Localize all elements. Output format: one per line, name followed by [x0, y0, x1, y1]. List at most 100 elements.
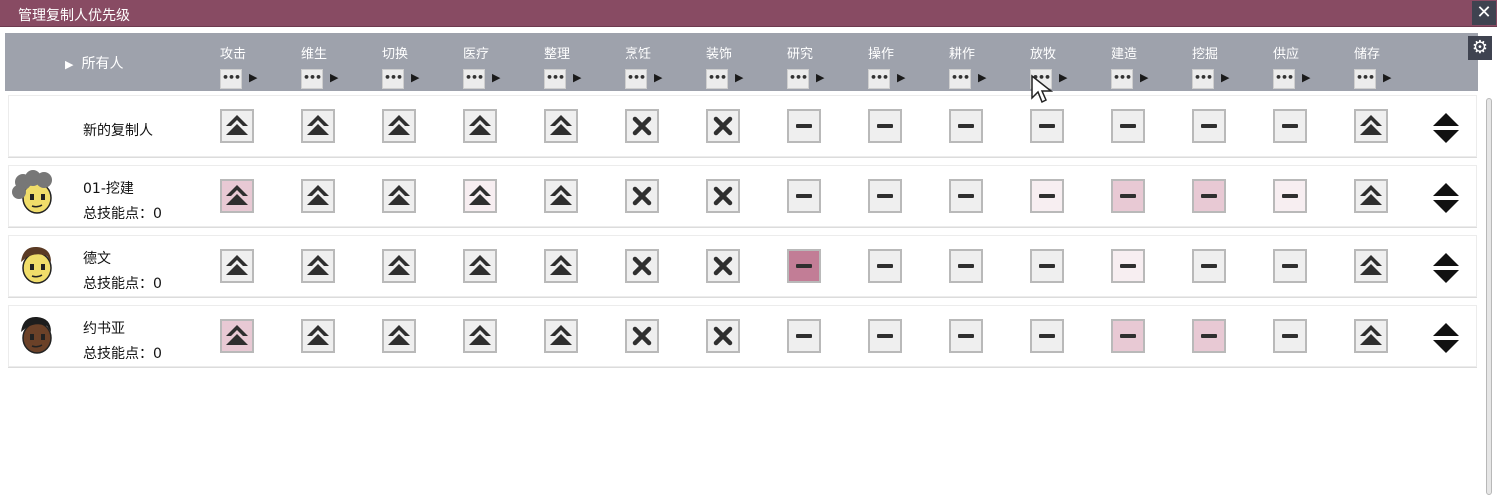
column-header-label[interactable]: 操作 — [868, 43, 894, 62]
triangle-right-icon[interactable]: ▶ — [978, 71, 986, 84]
column-options-button[interactable]: ••• — [544, 69, 566, 89]
priority-button-操作[interactable] — [868, 249, 902, 283]
priority-button-维生[interactable] — [301, 179, 335, 213]
priority-button-放牧[interactable] — [1030, 249, 1064, 283]
priority-button-整理[interactable] — [544, 319, 578, 353]
priority-button-切换[interactable] — [382, 109, 416, 143]
priority-button-研究[interactable] — [787, 109, 821, 143]
triangle-right-icon[interactable]: ▶ — [1140, 71, 1148, 84]
priority-button-切换[interactable] — [382, 319, 416, 353]
up-down-arrows-icon[interactable] — [1432, 182, 1460, 214]
triangle-right-icon[interactable]: ▶ — [1059, 71, 1067, 84]
priority-button-耕作[interactable] — [949, 109, 983, 143]
column-header-label[interactable]: 耕作 — [949, 43, 975, 62]
column-options-button[interactable]: ••• — [706, 69, 728, 89]
priority-button-建造[interactable] — [1111, 109, 1145, 143]
priority-button-维生[interactable] — [301, 109, 335, 143]
column-header-label[interactable]: 攻击 — [220, 43, 246, 62]
priority-button-操作[interactable] — [868, 319, 902, 353]
priority-button-攻击[interactable] — [220, 179, 254, 213]
priority-button-切换[interactable] — [382, 249, 416, 283]
triangle-right-icon[interactable]: ▶ — [816, 71, 824, 84]
column-header-label[interactable]: 装饰 — [706, 43, 732, 62]
triangle-right-icon[interactable]: ▶ — [1383, 71, 1391, 84]
duplicant-name[interactable]: 01-挖建 — [83, 178, 134, 198]
column-header-label[interactable]: 挖掘 — [1192, 43, 1218, 62]
triangle-right-icon[interactable]: ▶ — [897, 71, 905, 84]
priority-button-烹饪[interactable] — [625, 319, 659, 353]
priority-button-放牧[interactable] — [1030, 109, 1064, 143]
priority-button-挖掘[interactable] — [1192, 179, 1226, 213]
priority-button-耕作[interactable] — [949, 179, 983, 213]
priority-button-装饰[interactable] — [706, 179, 740, 213]
priority-button-建造[interactable] — [1111, 179, 1145, 213]
column-header-label[interactable]: 维生 — [301, 43, 327, 62]
priority-button-整理[interactable] — [544, 109, 578, 143]
priority-button-研究[interactable] — [787, 179, 821, 213]
owner-toggle[interactable]: ▶ 所有人 — [65, 53, 123, 73]
priority-button-攻击[interactable] — [220, 249, 254, 283]
priority-button-装饰[interactable] — [706, 319, 740, 353]
column-options-button[interactable]: ••• — [301, 69, 323, 89]
priority-button-烹饪[interactable] — [625, 249, 659, 283]
column-header-label[interactable]: 储存 — [1354, 43, 1380, 62]
column-options-button[interactable]: ••• — [1273, 69, 1295, 89]
priority-button-挖掘[interactable] — [1192, 109, 1226, 143]
up-down-arrows-icon[interactable] — [1432, 322, 1460, 354]
priority-button-操作[interactable] — [868, 109, 902, 143]
priority-button-供应[interactable] — [1273, 249, 1307, 283]
priority-button-储存[interactable] — [1354, 249, 1388, 283]
column-options-button[interactable]: ••• — [1354, 69, 1376, 89]
duplicant-name[interactable]: 约书亚 — [83, 318, 125, 338]
priority-button-攻击[interactable] — [220, 319, 254, 353]
up-down-arrows-icon[interactable] — [1432, 112, 1460, 144]
triangle-right-icon[interactable]: ▶ — [249, 71, 257, 84]
triangle-right-icon[interactable]: ▶ — [492, 71, 500, 84]
priority-button-储存[interactable] — [1354, 179, 1388, 213]
priority-button-医疗[interactable] — [463, 179, 497, 213]
column-header-label[interactable]: 供应 — [1273, 43, 1299, 62]
triangle-right-icon[interactable]: ▶ — [1302, 71, 1310, 84]
column-options-button[interactable]: ••• — [463, 69, 485, 89]
up-down-arrows-icon[interactable] — [1432, 252, 1460, 284]
triangle-right-icon[interactable]: ▶ — [573, 71, 581, 84]
triangle-right-icon[interactable]: ▶ — [330, 71, 338, 84]
column-header-label[interactable]: 烹饪 — [625, 43, 651, 62]
priority-button-维生[interactable] — [301, 319, 335, 353]
triangle-right-icon[interactable]: ▶ — [411, 71, 419, 84]
priority-button-挖掘[interactable] — [1192, 319, 1226, 353]
column-options-button[interactable]: ••• — [625, 69, 647, 89]
priority-button-攻击[interactable] — [220, 109, 254, 143]
column-options-button[interactable]: ••• — [1111, 69, 1133, 89]
column-options-button[interactable]: ••• — [949, 69, 971, 89]
column-header-label[interactable]: 建造 — [1111, 43, 1137, 62]
scrollbar[interactable] — [1486, 98, 1492, 495]
priority-button-装饰[interactable] — [706, 109, 740, 143]
priority-button-烹饪[interactable] — [625, 109, 659, 143]
duplicant-name[interactable]: 德文 — [83, 248, 111, 268]
priority-button-医疗[interactable] — [463, 249, 497, 283]
priority-button-建造[interactable] — [1111, 319, 1145, 353]
column-header-label[interactable]: 医疗 — [463, 43, 489, 62]
column-header-label[interactable]: 整理 — [544, 43, 570, 62]
column-options-button[interactable]: ••• — [220, 69, 242, 89]
column-header-label[interactable]: 切换 — [382, 43, 408, 62]
triangle-right-icon[interactable]: ▶ — [735, 71, 743, 84]
priority-button-研究[interactable] — [787, 249, 821, 283]
column-options-button[interactable]: ••• — [787, 69, 809, 89]
gear-icon[interactable]: ⚙ — [1468, 36, 1492, 60]
priority-button-耕作[interactable] — [949, 249, 983, 283]
triangle-right-icon[interactable]: ▶ — [654, 71, 662, 84]
close-button[interactable]: ✕ — [1472, 1, 1496, 25]
priority-button-研究[interactable] — [787, 319, 821, 353]
priority-button-医疗[interactable] — [463, 109, 497, 143]
triangle-right-icon[interactable]: ▶ — [1221, 71, 1229, 84]
priority-button-烹饪[interactable] — [625, 179, 659, 213]
priority-button-装饰[interactable] — [706, 249, 740, 283]
priority-button-供应[interactable] — [1273, 179, 1307, 213]
priority-button-挖掘[interactable] — [1192, 249, 1226, 283]
priority-button-整理[interactable] — [544, 179, 578, 213]
priority-button-整理[interactable] — [544, 249, 578, 283]
column-header-label[interactable]: 放牧 — [1030, 43, 1056, 62]
priority-button-储存[interactable] — [1354, 109, 1388, 143]
